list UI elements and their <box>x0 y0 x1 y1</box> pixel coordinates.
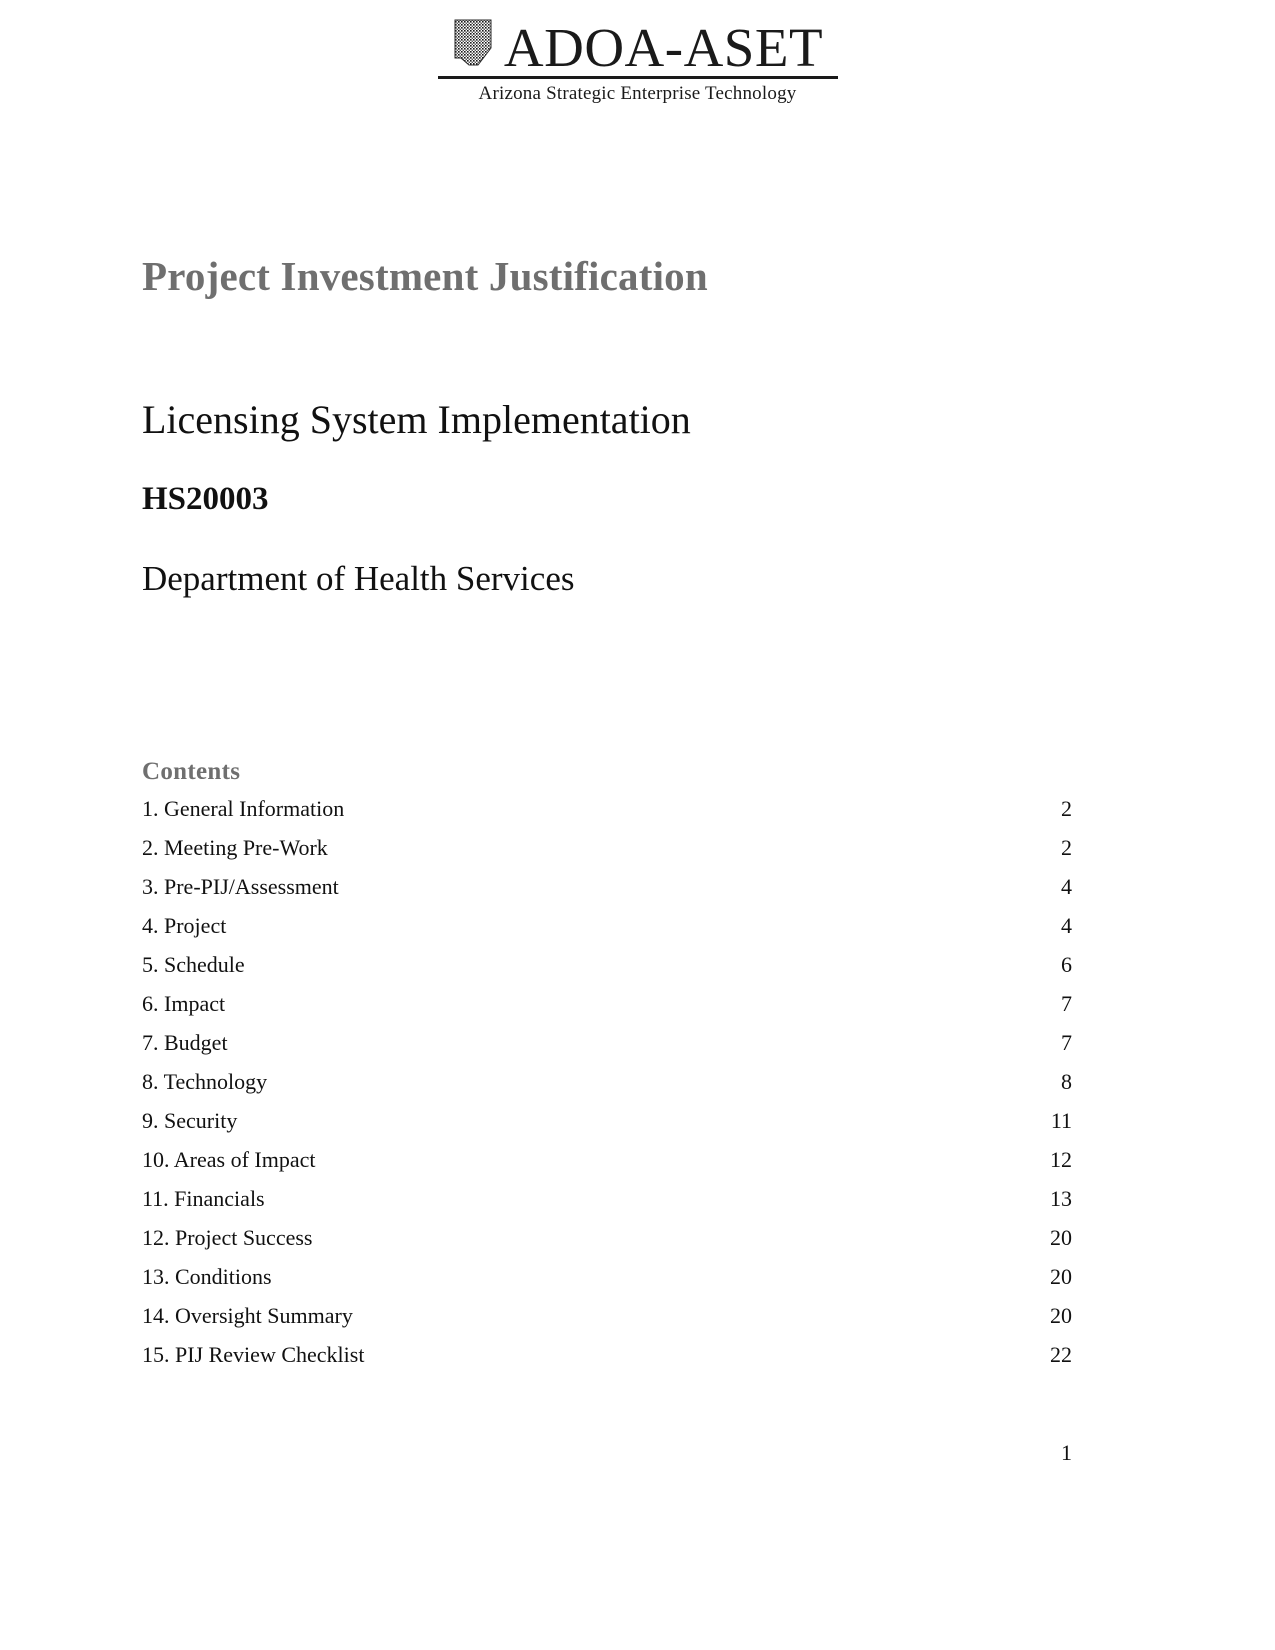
toc-entry[interactable]: 3. Pre-PIJ/Assessment 4 <box>142 874 1072 913</box>
logo-row: ADOA-ASET <box>452 16 824 78</box>
toc-entry[interactable]: 1. General Information 2 <box>142 796 1072 835</box>
toc-entry[interactable]: 5. Schedule 6 <box>142 952 1072 991</box>
toc-entry-label: 9. Security <box>142 1108 238 1133</box>
toc-entry[interactable]: 12. Project Success 20 <box>142 1225 1072 1264</box>
document-page: ADOA-ASET Arizona Strategic Enterprise T… <box>0 0 1275 1650</box>
toc-entry[interactable]: 15. PIJ Review Checklist 22 <box>142 1342 1072 1381</box>
toc-entry-label: 6. Impact <box>142 991 226 1016</box>
project-code: HS20003 <box>142 481 269 517</box>
toc-entry-label: 5. Schedule <box>142 952 245 977</box>
toc-entry[interactable]: 10. Areas of Impact 12 <box>142 1147 1072 1186</box>
project-name: Licensing System Implementation <box>142 397 691 442</box>
toc-entry-label: 7. Budget <box>142 1030 228 1055</box>
logo-wordmark: ADOA-ASET <box>503 16 824 78</box>
page-title: Project Investment Justification <box>142 253 708 299</box>
toc-entry[interactable]: 14. Oversight Summary 20 <box>142 1303 1072 1342</box>
agency-name: Department of Health Services <box>142 559 575 598</box>
toc-entry-page: 13 <box>1050 1186 1072 1211</box>
toc-entry-label: 15. PIJ Review Checklist <box>142 1342 365 1367</box>
logo-tagline: Arizona Strategic Enterprise Technology <box>478 83 797 104</box>
toc-entry-page: 4 <box>1061 913 1072 938</box>
toc-entry-label: 10. Areas of Impact <box>142 1147 316 1172</box>
toc-entry-label: 1. General Information <box>142 796 345 821</box>
toc-entry-page: 2 <box>1061 835 1072 860</box>
toc-entry-label: 11. Financials <box>142 1186 265 1211</box>
contents-heading: Contents <box>142 758 241 785</box>
toc-entry-label: 14. Oversight Summary <box>142 1303 353 1328</box>
arizona-state-outline-icon <box>452 18 494 70</box>
toc-entry-label: 13. Conditions <box>142 1264 272 1289</box>
toc-entry-label: 8. Technology <box>142 1069 268 1094</box>
toc-entry-label: 12. Project Success <box>142 1225 313 1250</box>
toc-entry-page: 8 <box>1061 1069 1072 1094</box>
logo-divider <box>437 76 838 79</box>
toc-entry-page: 2 <box>1061 796 1072 821</box>
toc-entry-page: 7 <box>1061 1030 1072 1055</box>
toc-entry-label: 3. Pre-PIJ/Assessment <box>142 874 339 899</box>
toc-entry-page: 20 <box>1050 1264 1072 1289</box>
toc-entry[interactable]: 2. Meeting Pre-Work 2 <box>142 835 1072 874</box>
toc-entry[interactable]: 7. Budget 7 <box>142 1030 1072 1069</box>
toc-entry-page: 20 <box>1050 1303 1072 1328</box>
toc-entry-label: 2. Meeting Pre-Work <box>142 835 328 860</box>
toc-entry[interactable]: 9. Security 11 <box>142 1108 1072 1147</box>
toc-entry[interactable]: 8. Technology 8 <box>142 1069 1072 1108</box>
toc-entry[interactable]: 11. Financials 13 <box>142 1186 1072 1225</box>
toc-entry-page: 11 <box>1050 1108 1072 1133</box>
toc-entry-label: 4. Project <box>142 913 227 938</box>
toc-entry-page: 7 <box>1061 991 1072 1016</box>
toc-entry-page: 22 <box>1050 1342 1072 1367</box>
toc-entry[interactable]: 13. Conditions 20 <box>142 1264 1072 1303</box>
toc-entry-page: 20 <box>1050 1225 1072 1250</box>
toc-entry[interactable]: 4. Project 4 <box>142 913 1072 952</box>
toc-entry-page: 4 <box>1061 874 1072 899</box>
toc-entry-page: 6 <box>1061 952 1072 977</box>
footer-page-number: 1 <box>1061 1440 1072 1465</box>
toc-entry-page: 12 <box>1050 1147 1072 1172</box>
table-of-contents: 1. General Information 2 2. Meeting Pre-Wo… <box>142 796 1072 1381</box>
toc-entry[interactable]: 6. Impact 7 <box>142 991 1072 1030</box>
logo-block: ADOA-ASET Arizona Strategic Enterprise T… <box>0 18 1275 105</box>
